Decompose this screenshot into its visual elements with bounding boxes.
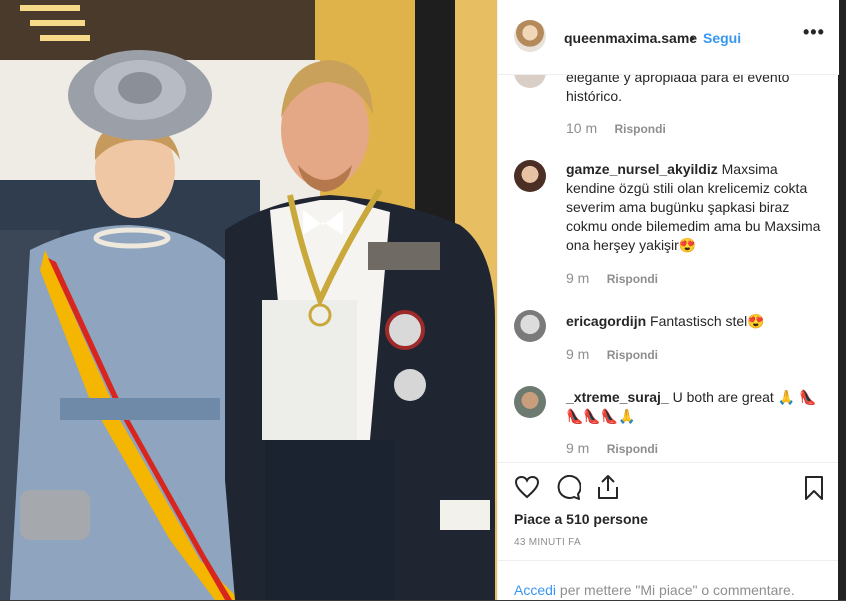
follow-button[interactable]: Segui xyxy=(703,30,741,46)
header-separator: • xyxy=(690,30,695,46)
comment-time: 10 m xyxy=(566,120,598,136)
login-link[interactable]: Accedi xyxy=(514,582,556,598)
author-avatar[interactable] xyxy=(514,20,546,52)
comment-meta: 9 m Rispondi xyxy=(566,346,658,362)
comment-icon[interactable] xyxy=(555,475,581,501)
login-prompt-text: per mettere "Mi piace" o commentare. xyxy=(556,582,795,598)
comment-meta: 10 m Rispondi xyxy=(566,120,666,136)
comment-meta: 9 m Rispondi xyxy=(566,270,658,286)
likes-count[interactable]: Piace a 510 persone xyxy=(514,511,648,527)
reply-button[interactable]: Rispondi xyxy=(607,348,658,362)
comment-meta: 9 m Rispondi xyxy=(566,440,658,456)
comment-username[interactable]: gamze_nursel_akyildiz xyxy=(566,161,718,177)
author-username[interactable]: queenmaxima.same xyxy=(564,30,697,46)
comment-text: _xtreme_suraj_ U both are great 🙏 👠👠👠👠🙏 xyxy=(566,389,817,424)
window-edge xyxy=(838,0,846,600)
royal-couple-photo xyxy=(0,0,497,600)
comment-avatar[interactable] xyxy=(514,386,546,418)
reply-button[interactable]: Rispondi xyxy=(607,272,658,286)
more-options-icon[interactable]: ••• xyxy=(803,22,825,43)
reply-button[interactable]: Rispondi xyxy=(614,122,665,136)
heart-icon[interactable] xyxy=(514,475,540,499)
bookmark-icon[interactable] xyxy=(804,475,824,501)
comment-time: 9 m xyxy=(566,440,590,456)
comment-avatar[interactable] xyxy=(514,310,546,342)
comment-time: 9 m xyxy=(566,270,590,286)
comment-username[interactable]: _xtreme_suraj_ xyxy=(566,389,669,405)
login-prompt: Accedi per mettere "Mi piace" o commenta… xyxy=(498,560,839,601)
comment-text: ericagordijn Fantastisch stel😍 xyxy=(566,313,765,329)
comment-text: elegante y apropiada para el evento hist… xyxy=(566,74,790,104)
post-header: queenmaxima.same • Segui ••• xyxy=(498,0,839,75)
comment-avatar[interactable] xyxy=(514,74,546,88)
share-icon[interactable] xyxy=(596,474,620,500)
comment-username[interactable]: ericagordijn xyxy=(566,313,646,329)
post-photo[interactable] xyxy=(0,0,497,600)
reply-button[interactable]: Rispondi xyxy=(607,442,658,456)
comments-list[interactable]: elegante y apropiada para el evento hist… xyxy=(498,74,839,461)
comment-avatar[interactable] xyxy=(514,160,546,192)
post-timestamp: 43 MINUTI FA xyxy=(514,537,581,548)
comment-text: gamze_nursel_akyildiz Maxsima kendine öz… xyxy=(566,161,821,253)
post-side-panel: queenmaxima.same • Segui ••• elegante y … xyxy=(497,0,839,600)
post-actions: Piace a 510 persone 43 MINUTI FA xyxy=(498,462,839,561)
comment-time: 9 m xyxy=(566,346,590,362)
